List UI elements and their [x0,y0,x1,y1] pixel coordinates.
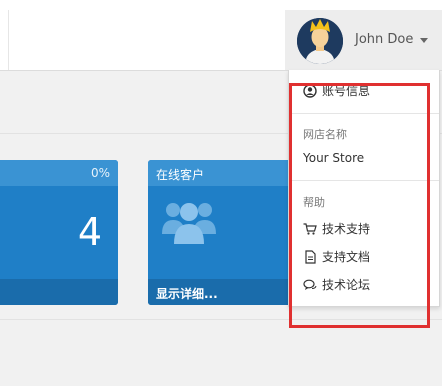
tile-footer[interactable]: 显示详细... [148,279,288,305]
users-icon [162,203,216,244]
header-left-panel [0,10,9,70]
user-avatar[interactable] [297,18,343,64]
chevron-down-icon[interactable] [420,38,428,43]
tile-footer[interactable] [0,279,118,305]
show-details-link[interactable]: 显示详细... [156,285,218,302]
stat-tile-online-customers: 在线客户 显示详细... [148,160,288,305]
user-name[interactable]: John Doe [355,32,413,47]
tile-title: 在线客户 [156,168,205,182]
highlight-box [289,83,430,328]
avatar-image [297,18,343,64]
stat-tile-orders: 0% 4 [0,160,118,305]
tile-value: 4 [77,210,102,254]
tile-percent: 0% [90,166,110,180]
